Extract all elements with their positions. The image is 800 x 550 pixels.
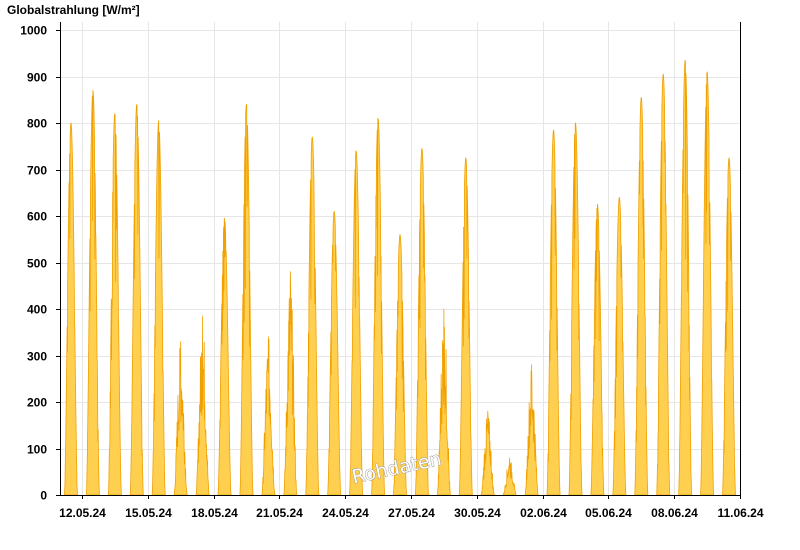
day-area-31.05.24	[502, 457, 517, 496]
x-tick-label: 24.05.24	[322, 506, 369, 520]
x-tick-label: 21.05.24	[256, 506, 303, 520]
day-area-10.06.24	[722, 157, 737, 496]
y-tick-label: 1000	[20, 24, 47, 38]
day-area-12.05.24	[85, 90, 100, 496]
y-tick-label: 200	[27, 396, 47, 410]
y-tick-label: 300	[27, 350, 47, 364]
chart-svg: Globalstrahlung [W/m²] 0 100 200 300 400 500 6…	[7, 3, 764, 520]
day-area-06.06.24	[634, 97, 649, 496]
y-tick-label: 600	[27, 210, 47, 224]
y-axis-title: Globalstrahlung [W/m²]	[7, 3, 140, 17]
day-area-15.05.24	[151, 120, 166, 496]
x-tick-label: 27.05.24	[388, 506, 435, 520]
day-area-04.06.24	[590, 203, 605, 496]
y-tick-label: 500	[27, 257, 47, 271]
day-area-25.05.24	[371, 117, 386, 496]
day-area-23.05.24	[327, 210, 342, 496]
day-area-07.06.24	[656, 73, 671, 496]
series-area	[63, 59, 737, 496]
x-tick-label: 18.05.24	[191, 506, 238, 520]
day-area-19.05.24	[239, 104, 254, 496]
x-tick-label: 11.06.24	[717, 506, 763, 520]
day-area-16.05.24	[173, 341, 188, 496]
day-area-20.05.24	[261, 336, 276, 496]
day-area-01.06.24	[524, 364, 539, 496]
day-area-08.06.24	[678, 59, 693, 496]
day-area-09.06.24	[700, 71, 715, 496]
y-tick-label: 0	[40, 489, 47, 503]
day-area-21.05.24	[283, 271, 298, 496]
x-tick-label: 15.05.24	[125, 506, 172, 520]
day-area-22.05.24	[305, 136, 320, 496]
day-area-02.06.24	[546, 129, 561, 496]
x-tick-label: 05.06.24	[585, 506, 632, 520]
x-tick-label: 02.06.24	[520, 506, 567, 520]
y-tick-label: 700	[27, 164, 47, 178]
y-tick-label: 400	[27, 303, 47, 317]
x-tick-label: 30.05.24	[454, 506, 501, 520]
y-tick-label: 800	[27, 117, 47, 131]
y-tick-label: 100	[27, 443, 47, 457]
day-area-05.06.24	[612, 197, 627, 496]
day-area-17.05.24	[195, 315, 210, 496]
day-area-24.05.24	[349, 150, 364, 496]
day-area-14.05.24	[129, 104, 144, 496]
y-tick-label: 900	[27, 71, 47, 85]
day-area-27.05.24	[414, 148, 429, 496]
x-tick-label: 12.05.24	[59, 506, 106, 520]
x-tick-label: 08.06.24	[651, 506, 698, 520]
day-area-30.05.24	[480, 410, 495, 496]
x-ticks: 12.05.24 15.05.24 18.05.24 21.05.24 24.05.24…	[59, 495, 764, 520]
y-ticks: 0 100 200 300 400 500 600 700 800 900 1000	[20, 24, 60, 503]
day-area-29.05.24	[458, 157, 473, 496]
